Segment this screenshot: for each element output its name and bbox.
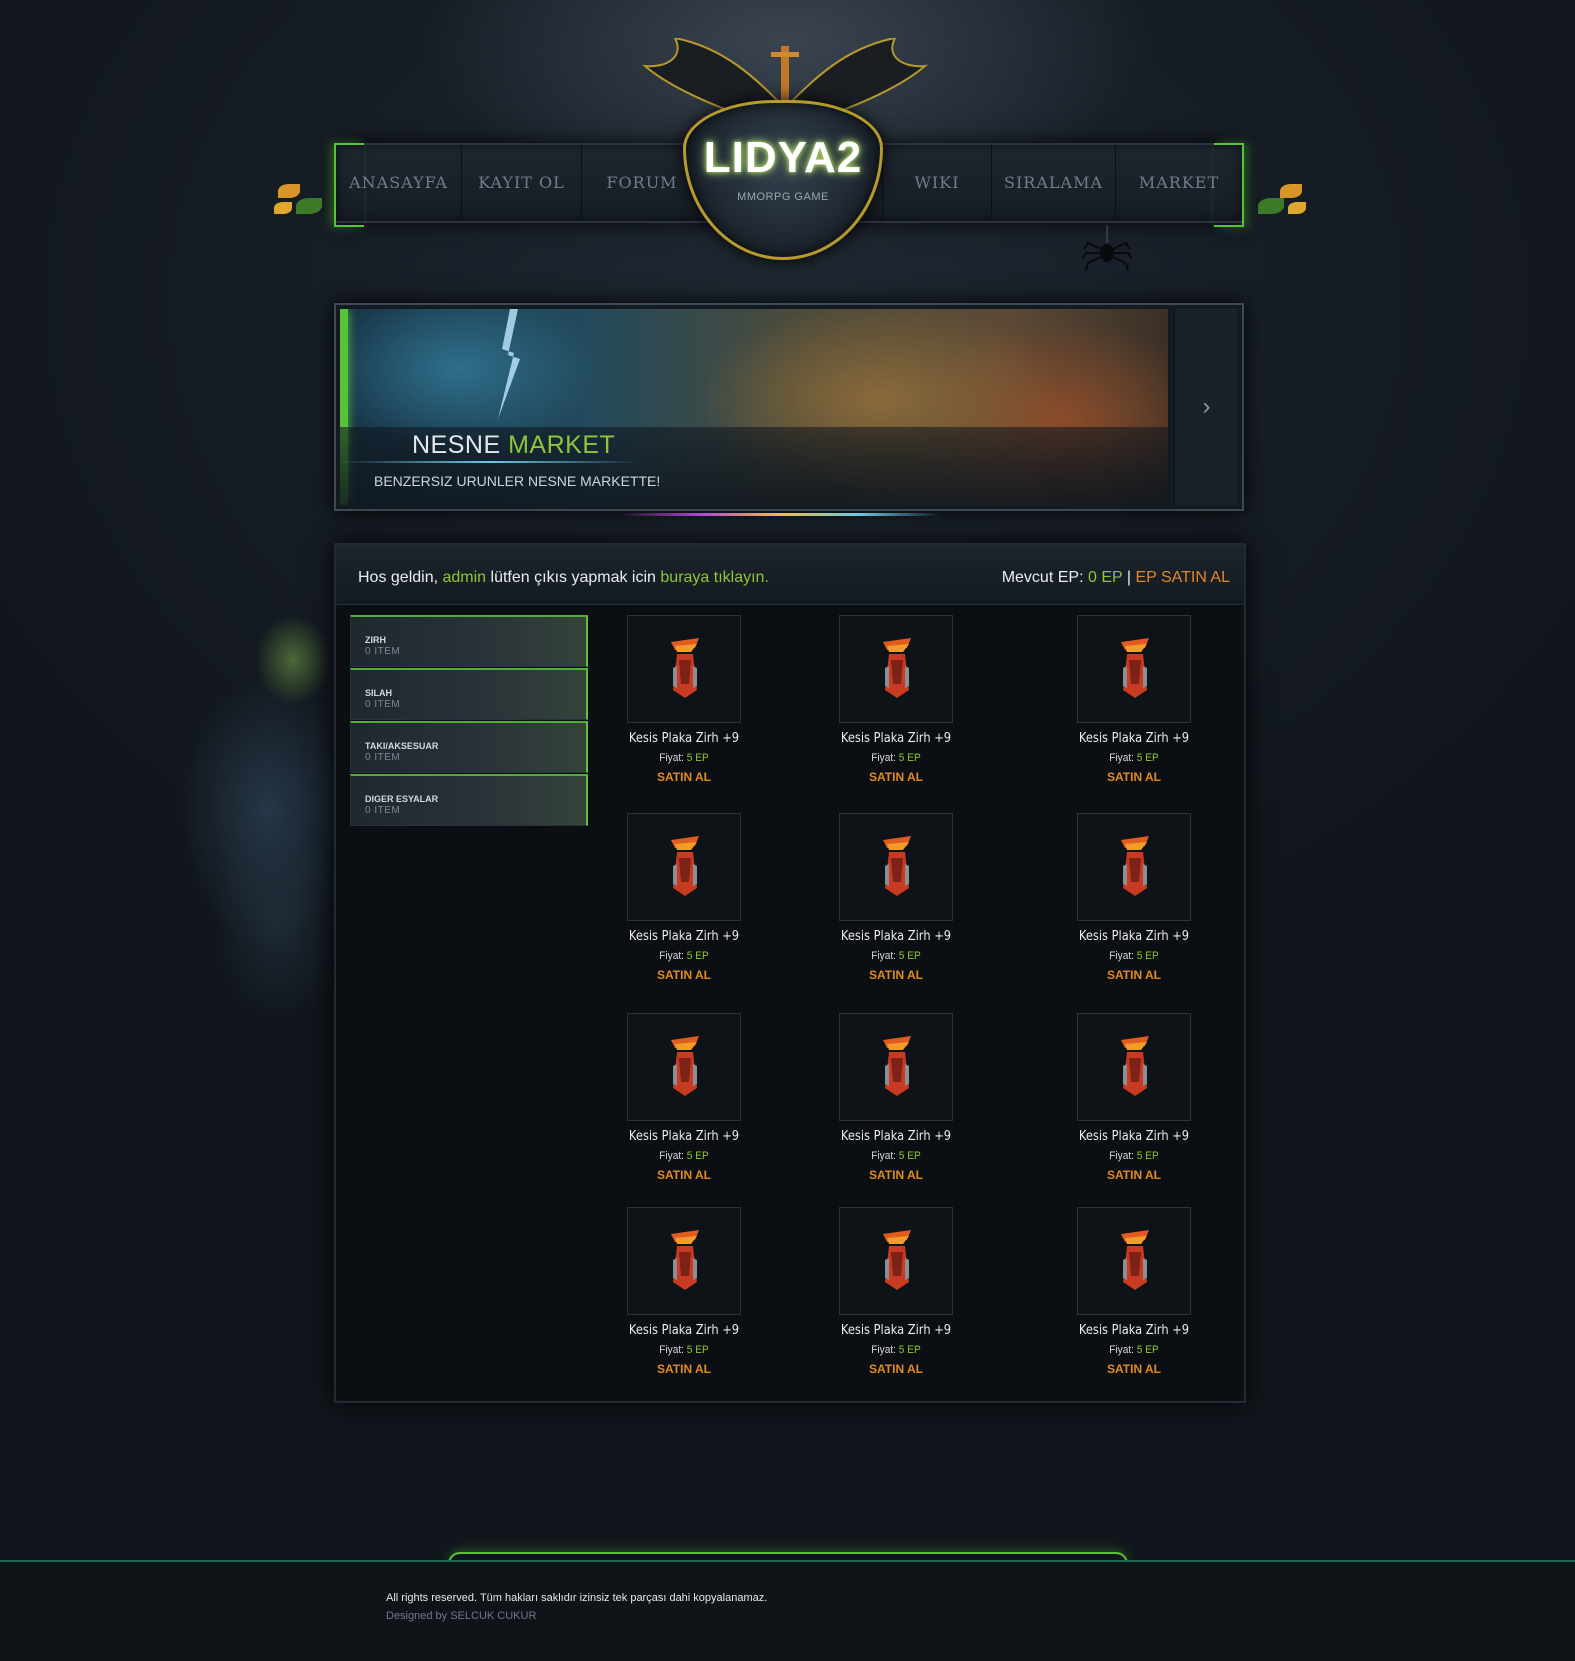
- logout-link[interactable]: buraya tıklayın.: [660, 569, 769, 586]
- item-image[interactable]: [1077, 813, 1191, 921]
- nav-wiki[interactable]: WIKI: [882, 145, 992, 221]
- item-price: Fiyat: 5 EP: [1109, 1344, 1159, 1356]
- item-name: Kesis Plaka Zirh +9: [628, 731, 740, 746]
- item-image[interactable]: [627, 1207, 741, 1315]
- market-item: Kesis Plaka Zirh +9 Fiyat: 5 EP SATIN AL: [1054, 813, 1214, 982]
- chevron-right-icon: ›: [1202, 393, 1211, 420]
- nav-kayit-ol[interactable]: KAYIT OL: [462, 145, 582, 221]
- item-name: Kesis Plaka Zirh +9: [1078, 1323, 1190, 1338]
- nav-anasayfa[interactable]: ANASAYFA: [336, 145, 462, 221]
- panel-header: Hos geldin, admin lütfen çıkıs yapmak ic…: [336, 545, 1244, 605]
- item-image[interactable]: [839, 1207, 953, 1315]
- banner-title: NESNE MARKET: [412, 431, 616, 459]
- leaf-ornament-icon: [1250, 178, 1310, 224]
- welcome-message: Hos geldin, admin lütfen çıkıs yapmak ic…: [358, 569, 769, 586]
- item-image[interactable]: [839, 615, 953, 723]
- item-price: Fiyat: 5 EP: [1109, 1150, 1159, 1162]
- market-item: Kesis Plaka Zirh +9 Fiyat: 5 EP SATIN AL: [604, 813, 764, 982]
- item-image[interactable]: [627, 615, 741, 723]
- banner-image: NESNE MARKET BENZERSIZ URUNLER NESNE MAR…: [340, 309, 1168, 505]
- market-item: Kesis Plaka Zirh +9 Fiyat: 5 EP SATIN AL: [604, 1207, 764, 1376]
- item-name: Kesis Plaka Zirh +9: [840, 929, 952, 944]
- buy-item-button[interactable]: SATIN AL: [816, 968, 976, 982]
- item-price: Fiyat: 5 EP: [1109, 950, 1159, 962]
- market-item: Kesis Plaka Zirh +9 Fiyat: 5 EP SATIN AL: [1054, 1207, 1214, 1376]
- item-image[interactable]: [839, 1013, 953, 1121]
- footer: All rights reserved. Tüm hakları saklıdı…: [0, 1560, 1575, 1661]
- logo-subtitle: MMORPG GAME: [737, 191, 829, 203]
- buy-item-button[interactable]: SATIN AL: [604, 968, 764, 982]
- item-price: Fiyat: 5 EP: [1109, 752, 1159, 764]
- spider-icon: [1082, 225, 1132, 272]
- leaf-ornament-icon: [270, 178, 330, 224]
- buy-item-button[interactable]: SATIN AL: [816, 770, 976, 784]
- item-name: Kesis Plaka Zirh +9: [1078, 929, 1190, 944]
- item-price: Fiyat: 5 EP: [659, 1344, 709, 1356]
- item-name: Kesis Plaka Zirh +9: [628, 1323, 740, 1338]
- ep-value: 0 EP: [1087, 569, 1123, 586]
- item-price: Fiyat: 5 EP: [659, 1150, 709, 1162]
- lightning-icon: [498, 309, 520, 419]
- buy-ep-link[interactable]: EP SATIN AL: [1135, 569, 1230, 586]
- item-image[interactable]: [1077, 1207, 1191, 1315]
- category-zirh[interactable]: ZIRH 0 ITEM: [350, 615, 588, 667]
- item-name: Kesis Plaka Zirh +9: [628, 1129, 740, 1144]
- buy-item-button[interactable]: SATIN AL: [1054, 1362, 1214, 1376]
- buy-item-button[interactable]: SATIN AL: [816, 1362, 976, 1376]
- banner-next-button[interactable]: ›: [1174, 309, 1238, 505]
- category-silah[interactable]: SILAH 0 ITEM: [350, 668, 588, 720]
- item-price: Fiyat: 5 EP: [871, 752, 921, 764]
- item-price: Fiyat: 5 EP: [871, 950, 921, 962]
- item-name: Kesis Plaka Zirh +9: [840, 1129, 952, 1144]
- item-price: Fiyat: 5 EP: [659, 950, 709, 962]
- item-name: Kesis Plaka Zirh +9: [628, 929, 740, 944]
- market-item: Kesis Plaka Zirh +9 Fiyat: 5 EP SATIN AL: [604, 1013, 764, 1182]
- footer-designer: Designed by SELCUK CUKUR: [386, 1610, 537, 1622]
- market-item: Kesis Plaka Zirh +9 Fiyat: 5 EP SATIN AL: [816, 1013, 976, 1182]
- item-image[interactable]: [627, 1013, 741, 1121]
- ep-balance: Mevcut EP: 0 EP | EP SATIN AL: [1001, 569, 1230, 586]
- item-name: Kesis Plaka Zirh +9: [840, 1323, 952, 1338]
- market-item: Kesis Plaka Zirh +9 Fiyat: 5 EP SATIN AL: [1054, 615, 1214, 784]
- buy-item-button[interactable]: SATIN AL: [816, 1168, 976, 1182]
- banner-subtitle: BENZERSIZ URUNLER NESNE MARKETTE!: [374, 473, 661, 489]
- item-image[interactable]: [839, 813, 953, 921]
- market-item: Kesis Plaka Zirh +9 Fiyat: 5 EP SATIN AL: [1054, 1013, 1214, 1182]
- nav-siralama[interactable]: SIRALAMA: [992, 145, 1116, 221]
- buy-item-button[interactable]: SATIN AL: [604, 770, 764, 784]
- buy-item-button[interactable]: SATIN AL: [604, 1362, 764, 1376]
- buy-item-button[interactable]: SATIN AL: [604, 1168, 764, 1182]
- item-name: Kesis Plaka Zirh +9: [1078, 731, 1190, 746]
- item-image[interactable]: [1077, 615, 1191, 723]
- item-price: Fiyat: 5 EP: [871, 1150, 921, 1162]
- character-artwork: [108, 590, 338, 1010]
- item-name: Kesis Plaka Zirh +9: [1078, 1129, 1190, 1144]
- item-image[interactable]: [627, 813, 741, 921]
- banner-glow-divider: [620, 513, 940, 516]
- market-panel: Hos geldin, admin lütfen çıkıs yapmak ic…: [334, 543, 1246, 1403]
- nav-market[interactable]: MARKET: [1116, 145, 1242, 221]
- item-image[interactable]: [1077, 1013, 1191, 1121]
- market-item: Kesis Plaka Zirh +9 Fiyat: 5 EP SATIN AL: [816, 813, 976, 982]
- buy-item-button[interactable]: SATIN AL: [1054, 1168, 1214, 1182]
- item-price: Fiyat: 5 EP: [871, 1344, 921, 1356]
- item-name: Kesis Plaka Zirh +9: [840, 731, 952, 746]
- username-link[interactable]: admin: [443, 569, 487, 586]
- category-taki-aksesuar[interactable]: TAKI/AKSESUAR 0 ITEM: [350, 721, 588, 773]
- logo-title: LIDYA2: [703, 133, 863, 182]
- buy-item-button[interactable]: SATIN AL: [1054, 968, 1214, 982]
- promo-banner[interactable]: NESNE MARKET BENZERSIZ URUNLER NESNE MAR…: [334, 303, 1244, 511]
- buy-item-button[interactable]: SATIN AL: [1054, 770, 1214, 784]
- item-price: Fiyat: 5 EP: [659, 752, 709, 764]
- site-logo[interactable]: LIDYA2 MMORPG GAME: [683, 100, 883, 260]
- market-item: Kesis Plaka Zirh +9 Fiyat: 5 EP SATIN AL: [604, 615, 764, 784]
- market-item: Kesis Plaka Zirh +9 Fiyat: 5 EP SATIN AL: [816, 1207, 976, 1376]
- footer-copyright: All rights reserved. Tüm hakları saklıdı…: [386, 1592, 768, 1604]
- category-diger-esyalar[interactable]: DIGER ESYALAR 0 ITEM: [350, 774, 588, 826]
- market-item: Kesis Plaka Zirh +9 Fiyat: 5 EP SATIN AL: [816, 615, 976, 784]
